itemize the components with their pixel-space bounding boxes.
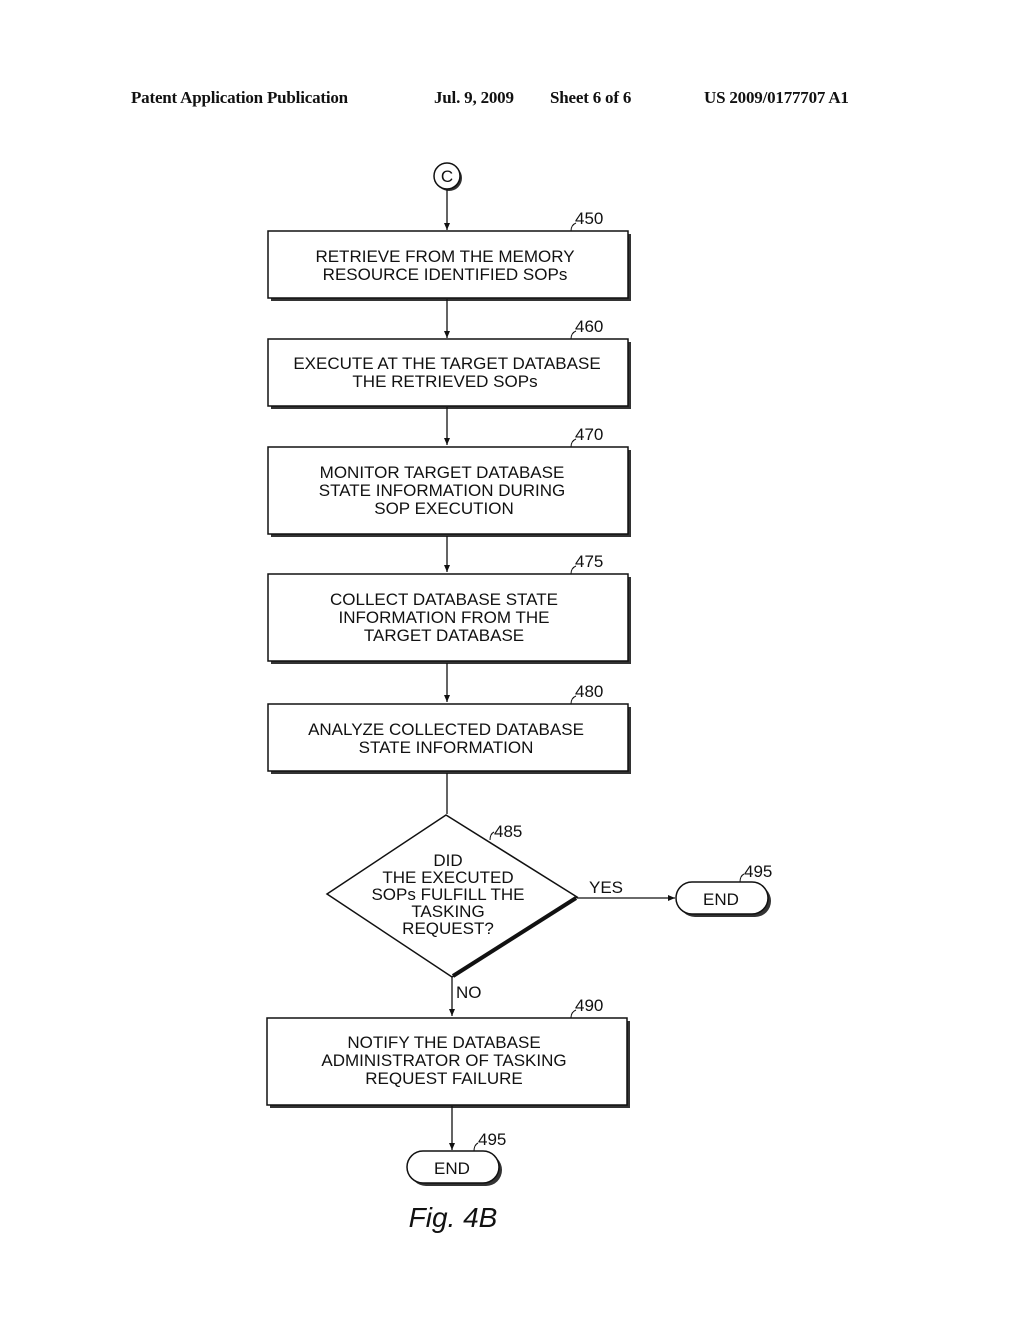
connector-c: C [433, 162, 462, 191]
ref-450: 450 [575, 209, 603, 228]
step-450-line-1: RETRIEVE FROM THE MEMORY [315, 247, 574, 266]
step-460: EXECUTE AT THE TARGET DATABASE THE RETRI… [267, 317, 631, 409]
end-terminal-no: END 495 [406, 1130, 506, 1186]
ref-460: 460 [575, 317, 603, 336]
step-475-line-2: INFORMATION FROM THE [339, 608, 550, 627]
ref-480: 480 [575, 682, 603, 701]
step-460-line-1: EXECUTE AT THE TARGET DATABASE [293, 354, 600, 373]
step-480-line-2: STATE INFORMATION [359, 738, 534, 757]
ref-470: 470 [575, 425, 603, 444]
end-yes-label: END [703, 890, 739, 909]
step-470-line-1: MONITOR TARGET DATABASE [320, 463, 565, 482]
step-480: ANALYZE COLLECTED DATABASE STATE INFORMA… [267, 682, 631, 774]
step-460-line-2: THE RETRIEVED SOPs [352, 372, 537, 391]
step-450-line-2: RESOURCE IDENTIFIED SOPs [323, 265, 568, 284]
step-470: MONITOR TARGET DATABASE STATE INFORMATIO… [267, 425, 631, 537]
ref-495-yes: 495 [744, 862, 772, 881]
connector-label: C [441, 167, 453, 186]
step-475: COLLECT DATABASE STATE INFORMATION FROM … [267, 552, 631, 664]
step-490-line-2: ADMINISTRATOR OF TASKING [321, 1051, 566, 1070]
step-475-line-1: COLLECT DATABASE STATE [330, 590, 558, 609]
step-450: RETRIEVE FROM THE MEMORY RESOURCE IDENTI… [267, 209, 631, 301]
step-470-line-2: STATE INFORMATION DURING [319, 481, 566, 500]
end-terminal-yes: END 495 [675, 862, 772, 917]
flowchart: C RETRIEVE FROM THE MEMORY RESOURCE IDEN… [266, 162, 772, 1233]
ref-475: 475 [575, 552, 603, 571]
decision-line-5: REQUEST? [402, 919, 494, 938]
step-475-line-3: TARGET DATABASE [364, 626, 524, 645]
decision-485: DID THE EXECUTED SOPs FULFILL THE TASKIN… [325, 814, 579, 978]
ref-490: 490 [575, 996, 603, 1015]
ref-485: 485 [494, 822, 522, 841]
end-no-label: END [434, 1159, 470, 1178]
step-490: NOTIFY THE DATABASE ADMINISTRATOR OF TAS… [266, 996, 630, 1108]
ref-495-no: 495 [478, 1130, 506, 1149]
no-label: NO [456, 983, 482, 1002]
figure-label: Fig. 4B [409, 1202, 498, 1233]
step-490-line-3: REQUEST FAILURE [365, 1069, 522, 1088]
step-480-line-1: ANALYZE COLLECTED DATABASE [308, 720, 584, 739]
step-470-line-3: SOP EXECUTION [374, 499, 514, 518]
step-490-line-1: NOTIFY THE DATABASE [347, 1033, 540, 1052]
yes-label: YES [589, 878, 623, 897]
